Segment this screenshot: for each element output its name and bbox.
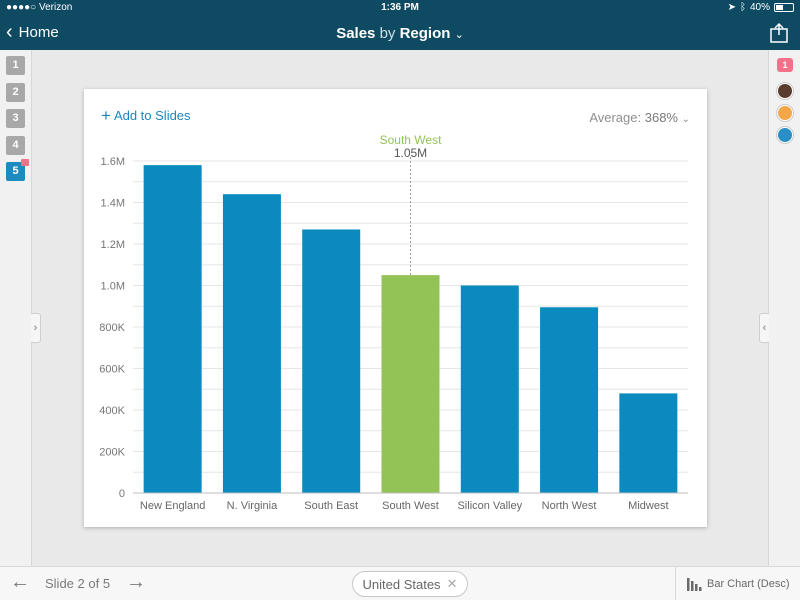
share-icon[interactable] xyxy=(768,22,790,44)
left-panel-toggle[interactable]: › xyxy=(31,313,41,343)
slide-thumb-5[interactable]: 5 xyxy=(6,159,29,181)
battery-icon xyxy=(774,3,794,12)
chevron-down-icon: ⌄ xyxy=(681,114,690,125)
bar[interactable] xyxy=(222,194,281,493)
title-dimension: Region xyxy=(399,25,451,42)
bar-chart-icon xyxy=(687,578,702,591)
status-right: ➤ ᛒ 40% xyxy=(728,2,794,13)
average-selector[interactable]: Average: 368% ⌄ xyxy=(589,110,690,125)
chart-type-label: Bar Chart (Desc) xyxy=(707,578,790,590)
y-tick-label: 1.6M xyxy=(101,156,125,168)
bar-chart: 0 200K 400K 600K 800K 1.0M 1.2M 1.4M 1.6M New Eng… xyxy=(99,133,688,512)
y-tick-label: 1.2M xyxy=(101,239,125,251)
title-by: by xyxy=(379,25,396,42)
bar[interactable] xyxy=(143,165,202,493)
page-title[interactable]: Sales by Region ⌄ xyxy=(0,25,800,42)
y-tick-label: 1.0M xyxy=(101,281,125,293)
battery-percent: 40% xyxy=(749,2,770,13)
y-tick-label: 400K xyxy=(99,405,125,417)
comment-count-badge[interactable]: 1 xyxy=(777,58,793,72)
x-tick-label: North West xyxy=(542,500,597,512)
filter-chip[interactable]: United States ✕ xyxy=(352,571,468,597)
chevron-left-icon: ‹ xyxy=(762,322,767,334)
slide-thumb-3[interactable]: 3 xyxy=(6,109,25,128)
bar[interactable] xyxy=(619,393,678,493)
clock-label: 1:36 PM xyxy=(381,2,419,13)
prev-slide-button[interactable]: ← xyxy=(10,571,30,594)
y-tick-label: 0 xyxy=(119,488,125,500)
x-tick-label: South East xyxy=(304,500,358,512)
avatar[interactable] xyxy=(777,105,793,121)
x-tick-label: N. Virginia xyxy=(227,500,278,512)
add-to-slides-button[interactable]: + Add to Slides xyxy=(101,106,191,125)
slide-thumb-1[interactable]: 1 xyxy=(6,56,25,75)
plus-icon: + xyxy=(101,106,111,125)
highlight-value-label: 1.05M xyxy=(394,146,427,160)
filter-label: United States xyxy=(362,576,441,592)
collaborator-rail: 1 xyxy=(768,50,800,566)
y-tick-label: 600K xyxy=(99,364,125,376)
highlight-category-label: South West xyxy=(380,133,442,147)
bluetooth-icon: ᛒ xyxy=(739,2,746,13)
y-tick-label: 200K xyxy=(99,447,125,459)
slide-thumb-5-label: 5 xyxy=(12,165,19,177)
x-tick-label: Silicon Valley xyxy=(457,500,522,512)
close-icon[interactable]: ✕ xyxy=(447,576,458,592)
slide-position-label: Slide 2 of 5 xyxy=(45,576,111,591)
y-tick-label: 1.4M xyxy=(101,198,125,210)
y-tick-label: 800K xyxy=(99,322,125,334)
slide-thumb-4[interactable]: 4 xyxy=(6,136,25,155)
chart-card: 0 200K 400K 600K 800K 1.0M 1.2M 1.4M 1.6M New Eng… xyxy=(84,89,707,527)
bar[interactable] xyxy=(302,229,361,493)
right-panel-toggle[interactable]: ‹ xyxy=(759,313,769,343)
next-slide-button[interactable]: → xyxy=(126,571,146,594)
avatar[interactable] xyxy=(777,83,793,99)
slide-rail: 1 2 3 4 5 xyxy=(0,50,32,566)
avatar[interactable] xyxy=(777,127,793,143)
bar[interactable] xyxy=(540,307,599,493)
location-icon: ➤ xyxy=(727,2,736,13)
slide-thumb-2[interactable]: 2 xyxy=(6,83,25,102)
status-bar: ●●●●○ Verizon 1:36 PM ➤ ᛒ 40% xyxy=(0,0,800,16)
average-value: 368% xyxy=(644,110,678,125)
nav-bar: ‹ Home Sales by Region ⌄ xyxy=(0,16,800,50)
add-to-slides-label: Add to Slides xyxy=(113,108,191,123)
title-metric: Sales xyxy=(336,25,376,42)
x-tick-label: South West xyxy=(382,500,439,512)
chart-type-selector[interactable]: Bar Chart (Desc) xyxy=(675,567,800,600)
bar[interactable] xyxy=(381,275,440,493)
bottom-bar: ← Slide 2 of 5 → United States ✕ Bar Cha… xyxy=(0,566,800,600)
bar[interactable] xyxy=(460,285,519,494)
x-tick-label: Midwest xyxy=(628,500,668,512)
comment-flag-icon xyxy=(21,159,29,166)
chevron-down-icon: ⌄ xyxy=(454,29,464,41)
average-label: Average: xyxy=(589,110,642,125)
chevron-right-icon: › xyxy=(33,322,38,334)
x-tick-label: New England xyxy=(140,500,205,512)
